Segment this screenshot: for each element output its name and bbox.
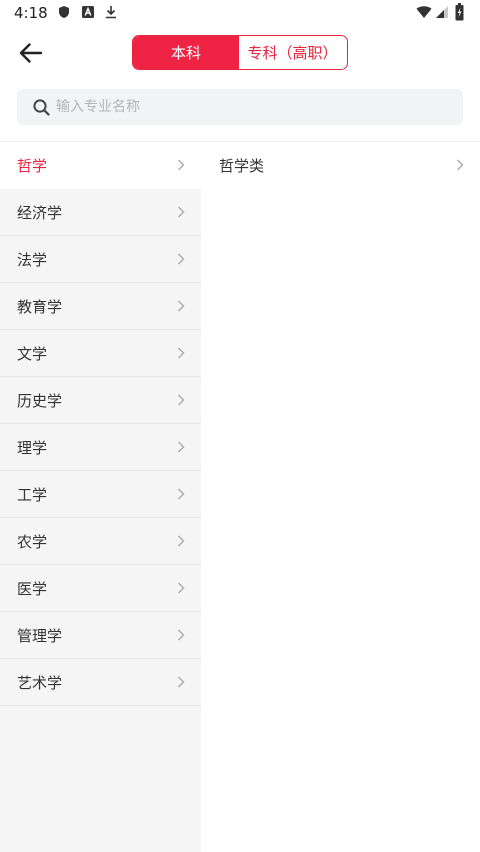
subcategory-label: 哲学类	[219, 157, 265, 175]
category-item-education[interactable]: 教育学	[0, 283, 201, 330]
search-icon	[33, 98, 50, 116]
download-icon	[106, 6, 116, 19]
category-item-management[interactable]: 管理学	[0, 612, 201, 659]
status-bar: 4:18	[0, 0, 480, 26]
chevron-right-icon	[178, 535, 185, 547]
category-label: 历史学	[17, 391, 63, 410]
chevron-right-icon	[178, 347, 185, 359]
font-a-icon	[82, 6, 94, 18]
chevron-right-icon	[178, 488, 185, 500]
category-label: 文学	[17, 344, 48, 363]
category-label: 艺术学	[17, 673, 63, 692]
degree-type-tabs: 本科 专科（高职）	[132, 35, 348, 70]
chevron-right-icon	[178, 159, 185, 171]
status-time: 4:18	[14, 4, 48, 22]
subcategory-item-philosophy-class[interactable]: 哲学类	[201, 142, 480, 189]
wifi-icon	[416, 6, 432, 18]
chevron-right-icon	[178, 441, 185, 453]
category-list: 哲学 经济学 法学 教育学 文学 历史学 理学 工学 农学 医学 管理学 艺术学	[0, 142, 201, 852]
chevron-right-icon	[178, 394, 185, 406]
category-item-history[interactable]: 历史学	[0, 377, 201, 424]
search-bar[interactable]	[17, 89, 463, 125]
chevron-right-icon	[178, 629, 185, 641]
category-item-engineering[interactable]: 工学	[0, 471, 201, 518]
category-item-agriculture[interactable]: 农学	[0, 518, 201, 565]
chevron-right-icon	[457, 159, 464, 171]
battery-icon	[455, 3, 464, 21]
signal-icon	[436, 6, 448, 18]
category-label: 法学	[17, 250, 48, 269]
chevron-right-icon	[178, 206, 185, 218]
category-item-economics[interactable]: 经济学	[0, 189, 201, 236]
category-label: 农学	[17, 532, 48, 551]
category-item-arts[interactable]: 艺术学	[0, 659, 201, 706]
tab-undergraduate[interactable]: 本科	[133, 36, 239, 69]
category-label: 管理学	[17, 626, 63, 645]
category-item-medicine[interactable]: 医学	[0, 565, 201, 612]
category-label: 工学	[17, 485, 48, 504]
category-label: 医学	[17, 579, 48, 598]
chevron-right-icon	[178, 253, 185, 265]
category-label: 理学	[17, 438, 48, 457]
category-label: 哲学	[17, 156, 48, 175]
search-input[interactable]	[56, 99, 436, 115]
subcategory-list: 哲学类	[201, 142, 480, 852]
chevron-right-icon	[178, 300, 185, 312]
chevron-right-icon	[178, 676, 185, 688]
shield-icon	[59, 6, 69, 18]
category-label: 经济学	[17, 203, 63, 222]
category-item-law[interactable]: 法学	[0, 236, 201, 283]
category-label: 教育学	[17, 297, 63, 316]
back-arrow-icon[interactable]	[18, 40, 44, 66]
category-item-science[interactable]: 理学	[0, 424, 201, 471]
tab-vocational[interactable]: 专科（高职）	[239, 36, 346, 69]
chevron-right-icon	[178, 582, 185, 594]
category-item-literature[interactable]: 文学	[0, 330, 201, 377]
category-item-philosophy[interactable]: 哲学	[0, 142, 201, 189]
